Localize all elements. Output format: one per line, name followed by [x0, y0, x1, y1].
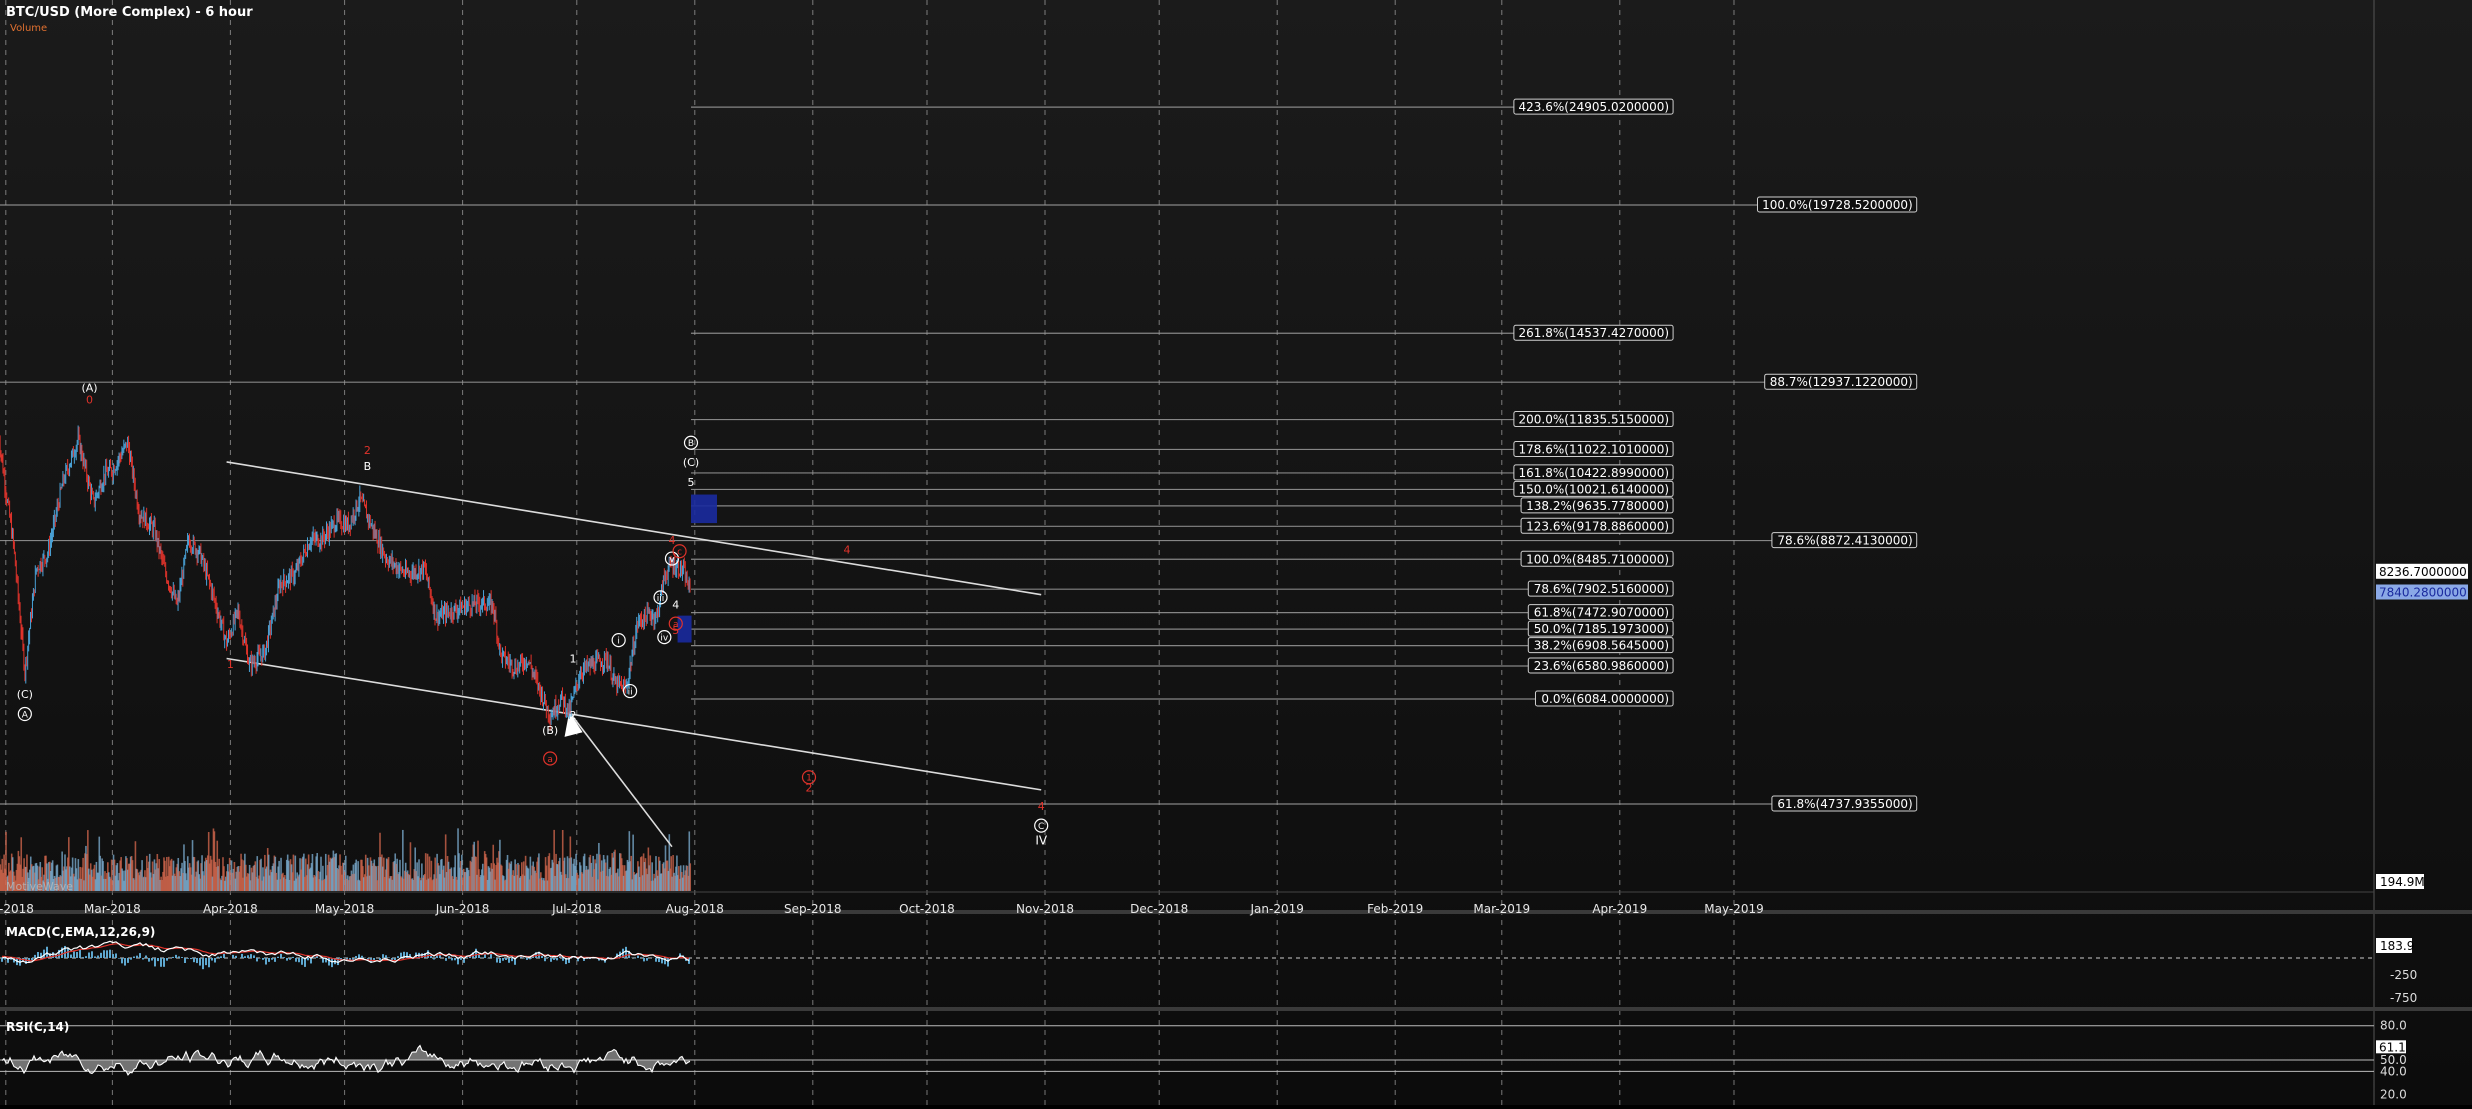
wave-label: 1 [569, 652, 576, 665]
fib-level-label: 38.2%(6908.5645000) [1534, 639, 1669, 653]
wave-label: (B) [542, 724, 558, 737]
rsi-axis-label: 40.0 [2380, 1064, 2407, 1078]
wave-circle-label: A [22, 711, 29, 721]
rsi-axis-label: 20.0 [2380, 1087, 2407, 1101]
fib-level-label: 50.0%(7185.1973000) [1534, 622, 1669, 636]
wave-circle-label: a [547, 755, 553, 765]
volume-tag-label: 194.9M [2380, 875, 2425, 889]
wave-circle-label: a [673, 620, 679, 630]
rsi-axis-label: 80.0 [2380, 1019, 2407, 1033]
date-tick-label: Feb-2019 [1367, 902, 1423, 916]
chart-title: BTC/USD (More Complex) - 6 hour [6, 5, 253, 20]
date-tick-label: Feb-2018 [0, 902, 34, 916]
wave-label: 4 [844, 544, 851, 557]
fib-level-label: 100.0%(19728.5200000) [1762, 198, 1913, 212]
date-tick-label: Mar-2019 [1473, 902, 1530, 916]
wave-label: 2 [364, 444, 371, 457]
date-tick-label: May-2018 [315, 902, 374, 916]
price-tag-label: 7840.2800000 [2379, 585, 2467, 599]
wave-label: 0 [86, 393, 93, 406]
watermark: MotiveWave [6, 880, 73, 893]
wave-circle-label: 1 [806, 774, 812, 784]
date-tick-label: May-2019 [1704, 902, 1763, 916]
fib-level-label: 100.0%(8485.7100000) [1526, 552, 1669, 566]
wave-label: 2 [569, 709, 576, 722]
wave-circle-label: B [688, 439, 694, 449]
date-tick-label: Sep-2018 [784, 902, 842, 916]
fib-level-label: 23.6%(6580.9860000) [1534, 659, 1669, 673]
date-tick-label: Mar-2018 [84, 902, 141, 916]
wave-label: 1 [227, 658, 234, 671]
macd-axis-label: 183.9 [2380, 939, 2414, 953]
wave-circle-label: iv [660, 634, 669, 644]
fib-level-label: 423.6%(24905.0200000) [1519, 100, 1670, 114]
chart-svg: 423.6%(24905.0200000) 100.0%(19728.520000… [0, 0, 2472, 1105]
fib-level-label: 78.6%(7902.5160000) [1534, 582, 1669, 596]
fib-level-label: 178.6%(11022.1010000) [1519, 442, 1670, 456]
volume-label: Volume [10, 23, 47, 34]
main-panel-bg [0, 0, 2472, 1105]
date-tick-label: Oct-2018 [899, 902, 955, 916]
wave-label: (C) [17, 688, 33, 701]
fib-level-label: 150.0%(10021.6140000) [1519, 482, 1670, 496]
rsi-label: RSI(C,14) [6, 1020, 69, 1034]
fib-level-label: 261.8%(14537.4270000) [1519, 326, 1670, 340]
fib-level-label: 78.6%(8872.4130000) [1777, 534, 1912, 548]
fib-level-label: 88.7%(12937.1220000) [1770, 375, 1913, 389]
fib-level-label: 0.0%(6084.0000000) [1541, 692, 1669, 706]
panel-separator [0, 1007, 2472, 1011]
fib-level-label: 123.6%(9178.8860000) [1526, 519, 1669, 533]
macd-axis-label: -750 [2390, 991, 2417, 1005]
date-tick-label: Apr-2019 [1592, 902, 1647, 916]
wave-label: IV [1035, 834, 1048, 848]
macd-label: MACD(C,EMA,12,26,9) [6, 925, 155, 939]
wave-label: 4 [668, 534, 675, 547]
date-tick-label: Jun-2018 [435, 902, 490, 916]
fib-level-label: 61.8%(7472.9070000) [1534, 606, 1669, 620]
wave-circle-label: i [617, 637, 620, 647]
date-tick-label: Nov-2018 [1016, 902, 1074, 916]
wave-label: 5 [687, 476, 694, 489]
date-tick-label: Jul-2018 [551, 902, 601, 916]
wave-circle-label: v [669, 555, 675, 565]
wave-label: B [364, 460, 372, 473]
volume-bar [689, 863, 691, 891]
wave-circle-label: c [677, 548, 682, 558]
fib-level-label: 61.8%(4737.9355000) [1777, 797, 1912, 811]
price-tag-label: 8236.7000000 [2379, 565, 2467, 579]
date-tick-label: Dec-2018 [1130, 902, 1188, 916]
date-tick-label: Apr-2018 [203, 902, 258, 916]
wave-circle-label: C [1038, 822, 1044, 832]
date-tick-label: Aug-2018 [666, 902, 724, 916]
wave-label: 4 [672, 598, 679, 611]
fib-level-label: 200.0%(11835.5150000) [1519, 413, 1670, 427]
fib-level-label: 138.2%(9635.7780000) [1526, 499, 1669, 513]
macd-axis-label: -250 [2390, 968, 2417, 982]
chart-root: 423.6%(24905.0200000) 100.0%(19728.520000… [0, 0, 2472, 1105]
target-box [691, 495, 717, 524]
wave-label: (C) [683, 456, 699, 469]
wave-label: 4 [1038, 800, 1045, 813]
date-tick-label: Jan-2019 [1250, 902, 1304, 916]
wave-circle-label: iii [657, 594, 665, 604]
fib-level-label: 161.8%(10422.8990000) [1519, 466, 1670, 480]
wave-circle-label: ii [628, 688, 633, 698]
